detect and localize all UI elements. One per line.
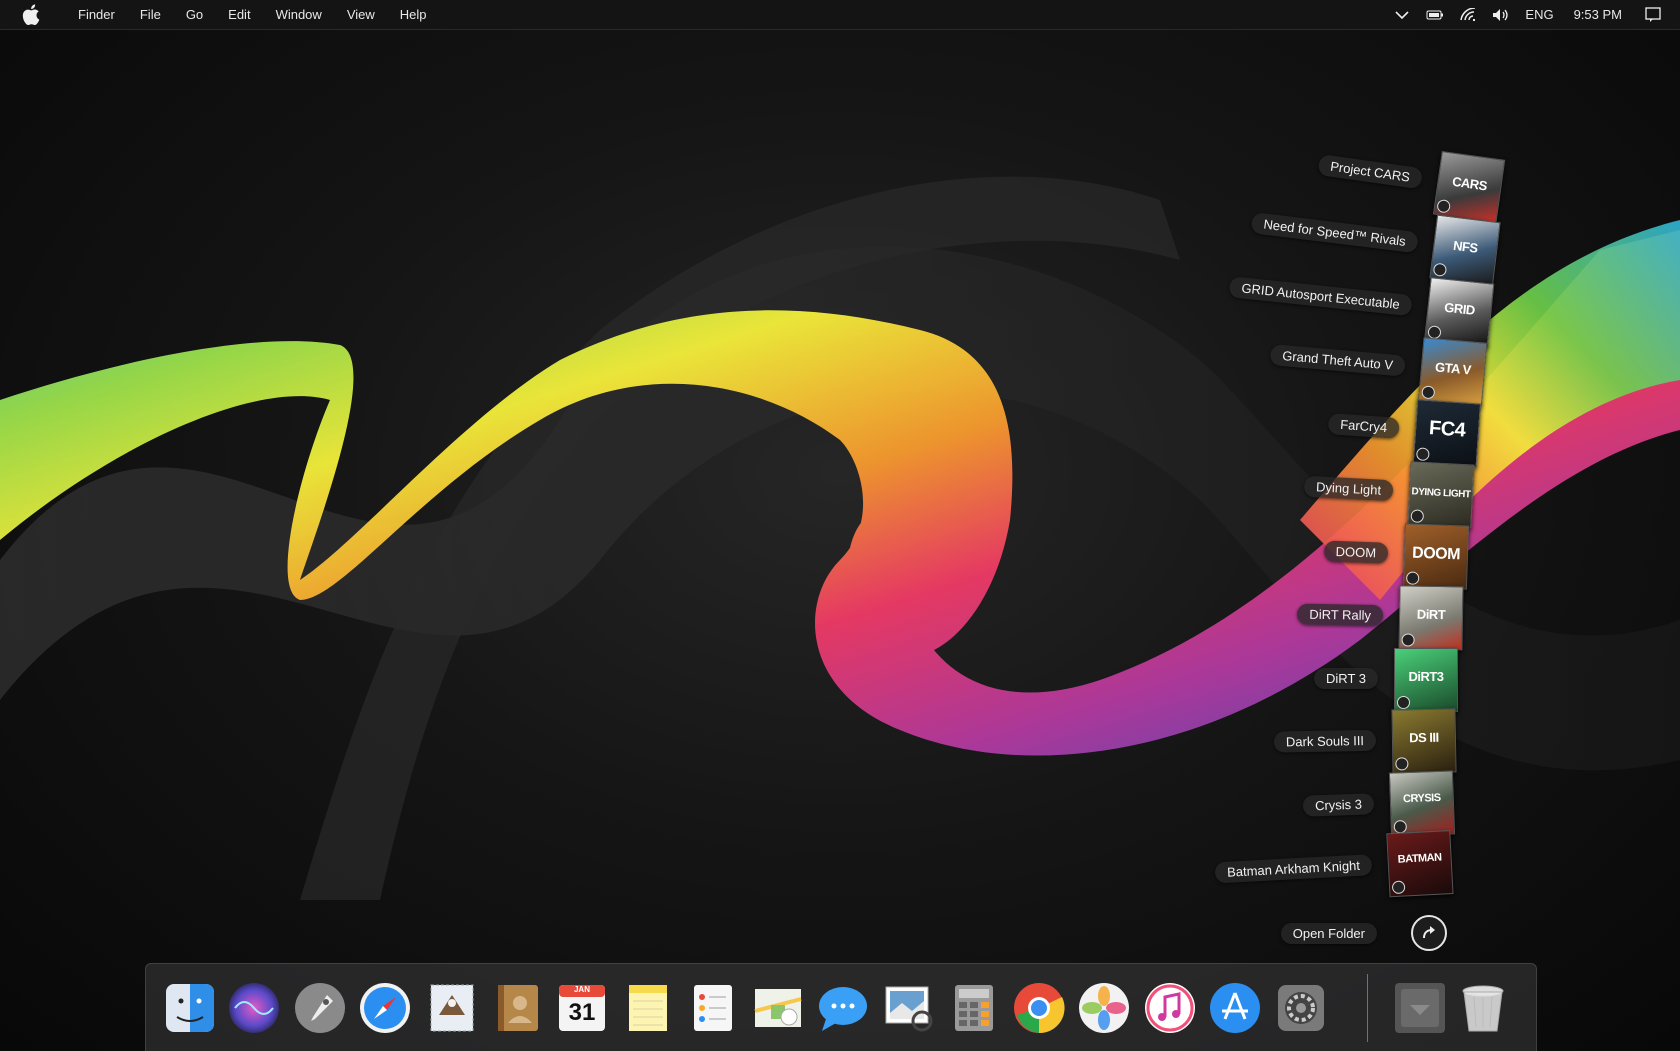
stack-item-label: Batman Arkham Knight <box>1214 854 1373 884</box>
game-cover-image: NFS <box>1429 214 1501 286</box>
game-cover-image: DiRT3 <box>1394 648 1458 712</box>
stack-item-label: Dying Light <box>1303 475 1394 502</box>
stack-item-label: DiRT Rally <box>1297 603 1384 627</box>
stack-item[interactable]: FarCry4 FC4 <box>1318 393 1482 468</box>
game-cover-image: BATMAN <box>1386 830 1454 898</box>
game-cover-image: DS III <box>1391 708 1457 774</box>
calendar-day: 31 <box>568 999 596 1026</box>
calculator-icon[interactable] <box>947 981 1001 1035</box>
trash-icon[interactable] <box>1456 981 1510 1035</box>
alias-arrow-icon <box>1395 757 1409 771</box>
reminders-icon[interactable] <box>686 981 740 1035</box>
safari-icon[interactable] <box>358 981 412 1035</box>
notes-icon[interactable] <box>621 981 675 1035</box>
alias-arrow-icon <box>1405 571 1420 585</box>
siri-icon[interactable] <box>227 981 281 1035</box>
app-store-icon[interactable] <box>1208 981 1262 1035</box>
alias-arrow-icon <box>1436 198 1452 214</box>
alias-arrow-icon <box>1401 633 1415 647</box>
stack-item-label: GRID Autosport Executable <box>1228 276 1413 317</box>
dock-separator <box>1367 974 1368 1042</box>
alias-arrow-icon <box>1432 262 1448 278</box>
stack-item[interactable]: Dying Light DYING LIGHT <box>1298 456 1475 529</box>
stack-item-label: DOOM <box>1323 540 1389 564</box>
stack-item[interactable]: Crysis 3 CRYSIS <box>1302 770 1456 839</box>
open-folder-arrow-icon <box>1411 915 1447 951</box>
stack-item-label: Project CARS <box>1317 154 1424 190</box>
stack-item[interactable]: Dark Souls III DS III <box>1273 708 1457 775</box>
mail-icon[interactable] <box>425 981 479 1035</box>
game-cover-image: CARS <box>1432 150 1506 224</box>
games-stack-popup: Project CARS CARS Need for Speed™ Rivals… <box>0 0 1680 1050</box>
alias-arrow-icon <box>1415 447 1430 462</box>
downloads-stack-icon[interactable] <box>1393 981 1447 1035</box>
game-cover-image: DYING LIGHT <box>1407 461 1475 529</box>
stack-item-label: DiRT 3 <box>1314 668 1378 689</box>
finder-icon[interactable] <box>163 981 217 1035</box>
dock: JAN 31 <box>145 963 1537 1051</box>
stack-item-label: Crysis 3 <box>1302 793 1375 817</box>
preview-icon[interactable] <box>882 981 936 1035</box>
stack-item[interactable]: DiRT 3 DiRT3 <box>1314 648 1458 712</box>
launchpad-icon[interactable] <box>293 981 347 1035</box>
system-preferences-icon[interactable] <box>1274 981 1328 1035</box>
contacts-icon[interactable] <box>490 981 544 1035</box>
calendar-icon[interactable]: JAN 31 <box>555 981 609 1035</box>
stack-item-label: Grand Theft Auto V <box>1269 343 1406 377</box>
alias-arrow-icon <box>1421 385 1436 400</box>
messages-icon[interactable] <box>816 981 870 1035</box>
itunes-icon[interactable] <box>1143 981 1197 1035</box>
calendar-month: JAN <box>573 985 590 994</box>
game-cover-image: FC4 <box>1412 399 1482 468</box>
open-folder-label: Open Folder <box>1280 923 1377 944</box>
stack-item[interactable]: Batman Arkham Knight BATMAN <box>1214 830 1454 906</box>
stack-item-label: Need for Speed™ Rivals <box>1250 212 1419 254</box>
photos-icon[interactable] <box>1077 981 1131 1035</box>
game-cover-image: DOOM <box>1402 523 1470 590</box>
stack-item-label: Dark Souls III <box>1273 729 1377 753</box>
game-cover-image: GTA V <box>1417 337 1488 407</box>
chrome-icon[interactable] <box>1012 981 1066 1035</box>
alias-arrow-icon <box>1391 880 1406 895</box>
stack-item[interactable]: DOOM DOOM <box>1319 520 1470 590</box>
stack-item[interactable]: DiRT Rally DiRT <box>1297 584 1464 651</box>
game-cover-image: CRYSIS <box>1388 770 1456 837</box>
alias-arrow-icon <box>1397 696 1410 709</box>
alias-arrow-icon <box>1410 509 1425 523</box>
game-cover-image: DiRT <box>1398 585 1464 651</box>
stack-item-label: FarCry4 <box>1327 413 1400 439</box>
open-folder-button[interactable]: Open Folder <box>1280 915 1447 951</box>
game-cover-image: GRID <box>1424 277 1495 348</box>
maps-icon[interactable] <box>751 981 805 1035</box>
